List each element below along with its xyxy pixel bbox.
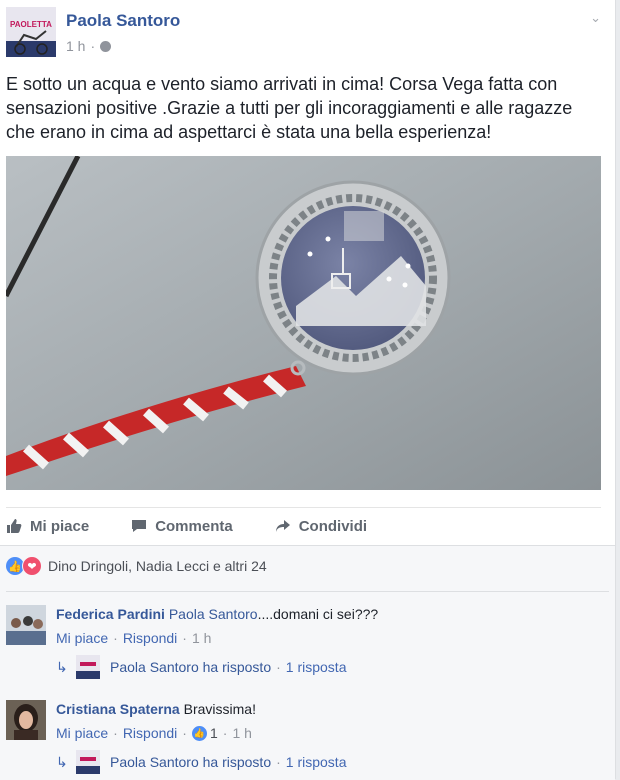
commenter-avatar-image (6, 700, 46, 740)
like-button[interactable]: Mi piace (6, 518, 89, 535)
post-time[interactable]: 1 h (66, 38, 85, 54)
commenter-avatar-image (6, 605, 46, 645)
like-label: Mi piace (30, 517, 90, 535)
comment-actions: Mi piace · Rispondi · 1 h (56, 630, 212, 646)
avatar-logo-text: PAOLETTA (10, 20, 52, 29)
comment-time[interactable]: 1 h (232, 725, 251, 741)
like-count: 1 (209, 725, 218, 741)
heart-reaction-icon: ❤ (22, 556, 42, 576)
comment-body: Cristiana Spaterna Bravissima! (56, 701, 256, 717)
reply-author-avatar (76, 750, 100, 774)
commenter-name[interactable]: Federica Pardini (56, 606, 165, 622)
author-avatar[interactable]: PAOLETTA (6, 7, 56, 57)
comment-label: Commenta (155, 517, 233, 535)
chevron-down-icon[interactable]: ⌄ (590, 10, 601, 26)
reactions-text: Dino Dringoli, Nadia Lecci e altri 24 (48, 558, 267, 574)
comments-section: 👍 ❤ Dino Dringoli, Nadia Lecci e altri 2… (0, 545, 615, 780)
comment-text: Bravissima! (183, 701, 256, 717)
commenter-avatar[interactable] (6, 605, 46, 645)
post-author-name[interactable]: Paola Santoro (66, 11, 180, 31)
reply-author[interactable]: Paola Santoro ha risposto (110, 754, 271, 770)
reactions-summary[interactable]: 👍 ❤ Dino Dringoli, Nadia Lecci e altri 2… (6, 556, 267, 576)
meta-dot: · (90, 38, 96, 54)
thumbs-up-icon (7, 519, 22, 533)
commenter-name[interactable]: Cristiana Spaterna (56, 701, 180, 717)
commenter-avatar[interactable] (6, 700, 46, 740)
comment-body: Federica Pardini Paola Santoro....domani… (56, 606, 378, 622)
post-meta: 1 h · (66, 38, 112, 54)
comment-like-count[interactable]: 👍 1 (191, 725, 218, 741)
comment-icon (132, 520, 147, 532)
comment-text: ....domani ci sei??? (257, 606, 379, 622)
comment-button[interactable]: Commenta (131, 518, 233, 535)
reply-count[interactable]: 1 risposta (286, 659, 347, 675)
share-label: Condividi (298, 517, 368, 535)
comment-time[interactable]: 1 h (192, 630, 211, 646)
replies-link[interactable]: ↳ Paola Santoro ha risposto · 1 risposta (56, 655, 346, 679)
post-text: E sotto un acqua e vento siamo arrivati … (6, 74, 573, 142)
reply-arrow-icon: ↳ (56, 658, 68, 675)
comment-actions: Mi piace · Rispondi · 👍 1 · 1 h (56, 725, 252, 741)
share-icon (275, 520, 290, 532)
author-avatar-image: PAOLETTA (6, 7, 56, 57)
comment-item: Cristiana Spaterna Bravissima! Mi piace … (6, 700, 606, 780)
post-photo[interactable] (6, 156, 601, 490)
post-card: PAOLETTA Paola Santoro 1 h · ⌄ E sotto u… (0, 0, 616, 780)
comments-divider (6, 591, 609, 592)
comment-mention[interactable]: Paola Santoro (169, 606, 258, 622)
comment-like-link[interactable]: Mi piace (56, 630, 108, 646)
comment-like-link[interactable]: Mi piace (56, 725, 108, 741)
action-bar: Mi piace Commenta Condividi (6, 507, 601, 544)
like-reaction-icon: 👍 (191, 725, 207, 741)
reply-author[interactable]: Paola Santoro ha risposto (110, 659, 271, 675)
replies-link[interactable]: ↳ Paola Santoro ha risposto · 1 risposta (56, 750, 346, 774)
globe-icon[interactable] (100, 40, 112, 52)
comment-reply-link[interactable]: Rispondi (123, 725, 177, 741)
reply-author-avatar (76, 655, 100, 679)
share-button[interactable]: Condividi (275, 518, 367, 535)
reply-arrow-icon: ↳ (56, 753, 68, 770)
comment-reply-link[interactable]: Rispondi (123, 630, 177, 646)
comment-item: Federica Pardini Paola Santoro....domani… (6, 605, 606, 695)
reply-count[interactable]: 1 risposta (286, 754, 347, 770)
